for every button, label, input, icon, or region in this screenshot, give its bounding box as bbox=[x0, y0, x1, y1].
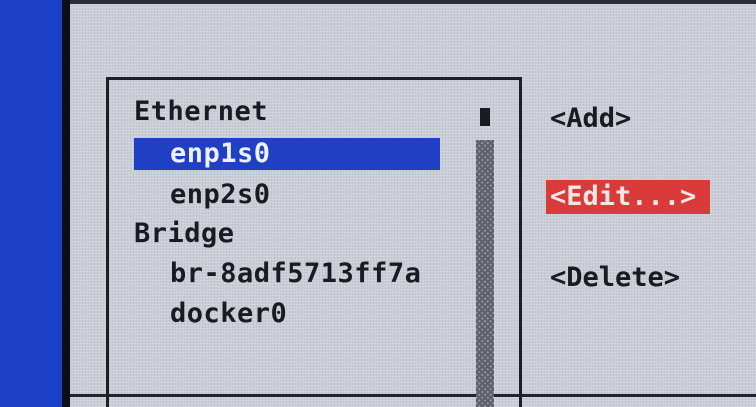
group-header-bridge: Bridge bbox=[134, 218, 235, 249]
window-shadow bbox=[62, 0, 70, 407]
connection-item-docker0[interactable]: docker0 bbox=[170, 298, 287, 330]
connection-item-br-8adf5713ff7a[interactable]: br-8adf5713ff7a bbox=[170, 258, 421, 290]
desktop-background bbox=[0, 0, 62, 407]
edit-button[interactable]: <Edit...> bbox=[546, 180, 710, 214]
connection-item-enp1s0[interactable]: enp1s0 bbox=[134, 138, 440, 170]
window-top-border bbox=[70, 0, 756, 4]
scrollbar-thumb[interactable] bbox=[480, 108, 490, 126]
delete-button[interactable]: <Delete> bbox=[546, 261, 684, 295]
group-header-ethernet: Ethernet bbox=[134, 96, 269, 127]
add-button[interactable]: <Add> bbox=[546, 102, 635, 136]
nmtui-screen: Ethernet enp1s0 enp2s0 Bridge br-8adf571… bbox=[0, 0, 756, 407]
scrollbar-track[interactable] bbox=[476, 140, 494, 407]
connection-item-enp2s0[interactable]: enp2s0 bbox=[170, 179, 271, 211]
